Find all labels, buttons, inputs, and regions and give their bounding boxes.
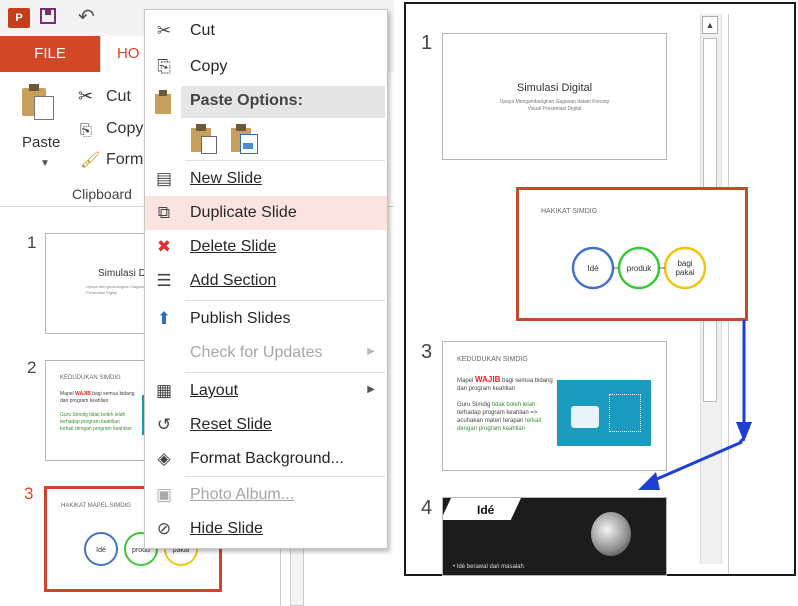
menu-item-layout[interactable]: ▦ Layout ▶ [145,374,387,408]
menu-separator [185,372,385,373]
light-bulb-image [591,512,631,556]
menu-item-add-section[interactable]: ☰ Add Section [145,264,387,298]
duplicate-slide-icon: ⧉ [157,203,171,222]
menu-label-hide-slide: Hide Slide [190,520,263,537]
menu-separator [185,160,385,161]
new-slide-icon: ▤ [155,169,173,188]
menu-item-hide-slide[interactable]: ⊘ Hide Slide [145,512,387,546]
circle-3-label-line-2: pakai [675,268,694,277]
slide-number: 3 [421,341,433,363]
powerpoint-logo-icon: P [8,8,30,28]
menu-label-new-slide: New Slide [190,170,263,187]
paste-keep-formatting-icon[interactable] [191,122,219,154]
thumb-title: HAKIKAT MAPEL SIMDIG [61,503,131,509]
paste-icon[interactable] [22,82,54,120]
paste-dropdown-icon[interactable]: ▼ [40,158,50,169]
slide-body: • Idé berawal dari masalah [453,564,524,570]
menu-item-format-background[interactable]: ◈ Format Background... [145,442,387,476]
format-background-icon: ◈ [157,449,171,468]
save-icon[interactable] [40,8,56,24]
slide-thumbnail-1[interactable]: Simulasi Digital Upaya Mengembangkan Gag… [442,33,667,160]
cut-button[interactable]: Cut [106,88,131,106]
tab-file[interactable]: FILE [0,36,100,72]
paste-options-label: Paste Options: [190,92,303,109]
menu-item-copy[interactable]: ⎘ Copy [145,50,387,84]
slide-number: 1 [421,32,433,54]
slide-body: Mapel WAJIB bagi semua bidang dan progra… [457,375,553,433]
format-painter-button[interactable]: Form [106,151,143,169]
thumb-body: Mapel WAJIB bagi semua bidang dan progra… [60,391,135,432]
menu-item-reset-slide[interactable]: ↺ Reset Slide [145,408,387,442]
submenu-arrow-icon: ▶ [367,384,375,395]
slide-number: 2 [27,358,37,377]
format-painter-icon[interactable]: 🖌 [80,150,100,170]
menu-label-format-background: Format Background... [190,450,344,467]
menu-label-delete-slide: Delete Slide [190,238,277,255]
submenu-arrow-icon: ▶ [367,346,375,357]
slide-thumbnail-3[interactable]: KEDUDUKAN SIMDIG Mapel WAJIB bagi semua … [442,341,667,471]
slide-thumbnail-4[interactable]: Idé • Idé berawal dari masalah [442,497,667,576]
menu-item-check-for-updates: Check for Updates ▶ [145,336,387,370]
copy-icon: ⎘ [157,57,171,76]
publish-slides-icon: ⬆ [156,309,172,328]
slide-number: 4 [421,497,433,519]
slide-title: Simulasi Digital [516,82,593,94]
copy-icon[interactable]: ⎘ [80,122,92,139]
menu-label-reset-slide: Reset Slide [190,416,272,433]
slide-subtitle-line-1: Upaya Mengembangkan Gagasan dalam Konsep [499,99,610,105]
menu-label-publish-slides: Publish Slides [190,310,291,327]
reset-slide-icon: ↺ [156,415,172,434]
paste-button[interactable]: Paste [22,134,60,151]
paste-icon [155,90,175,114]
undo-icon[interactable]: ↶ [78,4,95,29]
add-section-icon: ☰ [156,271,172,290]
menu-label-add-section: Add Section [190,272,277,289]
layout-icon: ▦ [155,381,173,400]
menu-item-cut[interactable]: ✂ Cut [145,14,387,48]
pane-divider [280,548,281,606]
menu-label-copy: Copy [190,58,228,75]
circle-1-label: Idé [587,264,599,273]
thumb-title: KEDUDUKAN SIMDIG [60,375,121,381]
menu-item-photo-album: ▣ Photo Album... [145,478,387,512]
menu-label-check-for-updates: Check for Updates [190,344,323,361]
menu-item-delete-slide[interactable]: ✖ Delete Slide [145,230,387,264]
slide-number: 1 [27,233,37,252]
thumb-title: Simulasi D [98,268,146,279]
slide-title: KEDUDUKAN SIMDIG [457,356,528,363]
delete-slide-icon: ✖ [156,237,172,256]
scroll-up-arrow-icon[interactable]: ▲ [702,16,718,34]
hide-slide-icon: ⊘ [156,519,172,538]
menu-item-new-slide[interactable]: ▤ New Slide [145,162,387,196]
circle-2-label: produk [627,264,652,273]
slide-number-selected: 3 [24,484,34,503]
menu-label-cut: Cut [190,22,215,39]
circle-3-label-line-1: bagi [677,259,692,268]
scissors-icon: ✂ [156,21,172,40]
ruler [290,548,304,606]
slide-subtitle-line-2: Visual Presentasi Digital [527,106,582,112]
paste-options-header: Paste Options: [181,86,385,118]
circles-diagram: Idé produk bagi pakai [571,246,707,290]
clipboard-group-label: Clipboard [72,186,132,202]
slide-image [557,380,651,446]
menu-label-duplicate-slide: Duplicate Slide [190,204,297,221]
copy-button[interactable]: Copy [106,120,143,138]
photo-album-icon: ▣ [155,485,173,504]
paste-picture-icon[interactable] [231,122,259,154]
menu-separator [185,300,385,301]
slide-title: Idé [477,503,495,517]
menu-label-layout: Layout [190,382,239,399]
menu-item-publish-slides[interactable]: ⬆ Publish Slides [145,302,387,336]
menu-separator [185,476,385,477]
slide-title: HAKIKAT SIMDIG [541,208,598,215]
menu-label-photo-album: Photo Album... [190,486,295,503]
context-menu: ✂ Cut ⎘ Copy Paste Options: ▤ New Slide … [144,9,388,549]
thumb-circle-1-label: Idé [96,547,106,554]
slide-thumbnail-2-selected[interactable]: HAKIKAT SIMDIG Idé produk bagi pakai [516,187,748,321]
scissors-icon[interactable]: ✂ [78,86,93,107]
menu-item-duplicate-slide[interactable]: ⧉ Duplicate Slide [145,196,387,230]
